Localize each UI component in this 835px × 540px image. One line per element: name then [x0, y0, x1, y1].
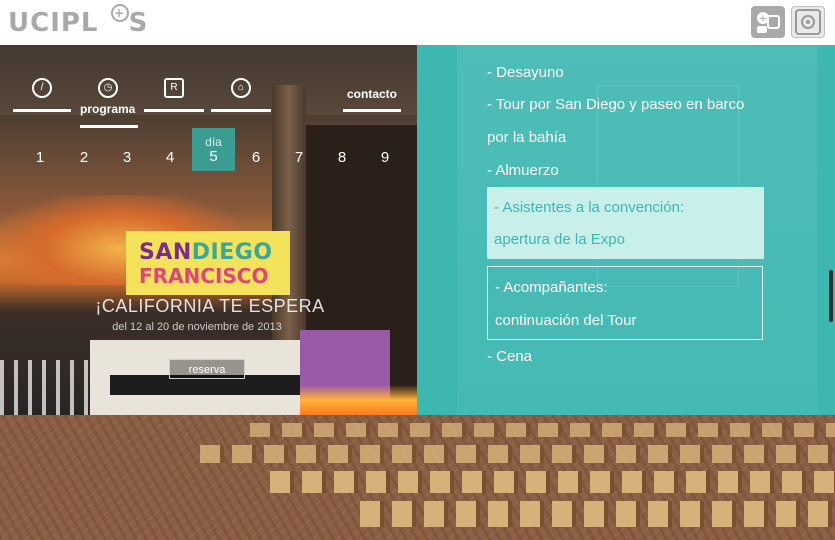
plus-icon: +	[110, 4, 129, 22]
schedule-item-tour-cont: por la bahía	[487, 129, 567, 146]
top-bar: UCIPL + S +	[0, 0, 835, 45]
companions-box[interactable]: - Acompañantes: continuación del Tour	[487, 266, 763, 340]
r-icon: R	[164, 78, 184, 98]
schedule-item-tour: - Tour por San Diego y paseo en barco	[487, 96, 745, 113]
nav-active-underline	[80, 125, 138, 128]
day-label: día	[205, 135, 222, 149]
day-7[interactable]: 7	[287, 149, 311, 166]
svg-text:+: +	[759, 14, 767, 25]
brand-logo[interactable]: UCIPL + S	[8, 4, 149, 38]
nav-contacto-underline	[343, 109, 401, 112]
day-1[interactable]: 1	[28, 149, 52, 166]
day-8[interactable]: 8	[330, 149, 354, 166]
hero-tagline: ¡CALIFORNIA TE ESPERA	[95, 296, 325, 316]
logo-text: UCIPL	[8, 8, 99, 38]
nav-label-programa[interactable]: programa	[80, 102, 135, 116]
logo-tail: S	[128, 8, 149, 38]
settings-button[interactable]	[791, 6, 825, 38]
settings-icon	[795, 9, 821, 35]
day-3[interactable]: 3	[115, 149, 139, 166]
schedule-item-dinner: - Cena	[487, 348, 533, 365]
attendees-box[interactable]: - Asistentes a la convención: apertura d…	[487, 187, 764, 259]
logo-diego: DIEGO	[191, 240, 273, 265]
nav-item-r[interactable]: R	[144, 78, 204, 112]
logo-plus-ring: +	[99, 4, 129, 38]
day-2[interactable]: 2	[72, 149, 96, 166]
clock-icon: ◷	[98, 78, 118, 98]
nav-item-explore[interactable]: /	[13, 78, 71, 112]
schedule-item-breakfast: - Desayuno	[487, 64, 564, 81]
nav-item-programa[interactable]: ◷	[80, 78, 136, 100]
logo-san: SAN	[139, 240, 192, 265]
background-conference-room	[0, 415, 835, 540]
user-add-icon: +	[757, 12, 780, 33]
hero-dateline: del 12 al 20 de noviembre de 2013	[112, 321, 282, 333]
day-4[interactable]: 4	[158, 149, 182, 166]
day-active-number: 5	[209, 148, 218, 165]
home-icon: ⌂	[231, 78, 251, 98]
companions-title: - Acompañantes:	[495, 279, 608, 296]
san-diego-francisco-logo: SANDIEGO FRANCISCO	[126, 231, 290, 295]
user-add-button[interactable]: +	[751, 6, 785, 38]
reserve-button[interactable]: reserva	[169, 359, 245, 379]
companions-detail: continuación del Tour	[495, 312, 637, 329]
day-6[interactable]: 6	[244, 149, 268, 166]
scrollbar-thumb[interactable]	[829, 270, 833, 322]
attendees-detail: apertura de la Expo	[494, 231, 625, 248]
nav-label-contacto[interactable]: contacto	[347, 87, 397, 101]
day-9[interactable]: 9	[373, 149, 397, 166]
nav-item-home[interactable]: ⌂	[211, 78, 271, 112]
compass-icon: /	[32, 78, 52, 98]
schedule-item-lunch: - Almuerzo	[487, 162, 559, 179]
logo-francisco: FRANCISCO	[139, 264, 269, 288]
attendees-title: - Asistentes a la convención:	[494, 199, 685, 216]
day-active[interactable]: día 5	[192, 128, 235, 171]
